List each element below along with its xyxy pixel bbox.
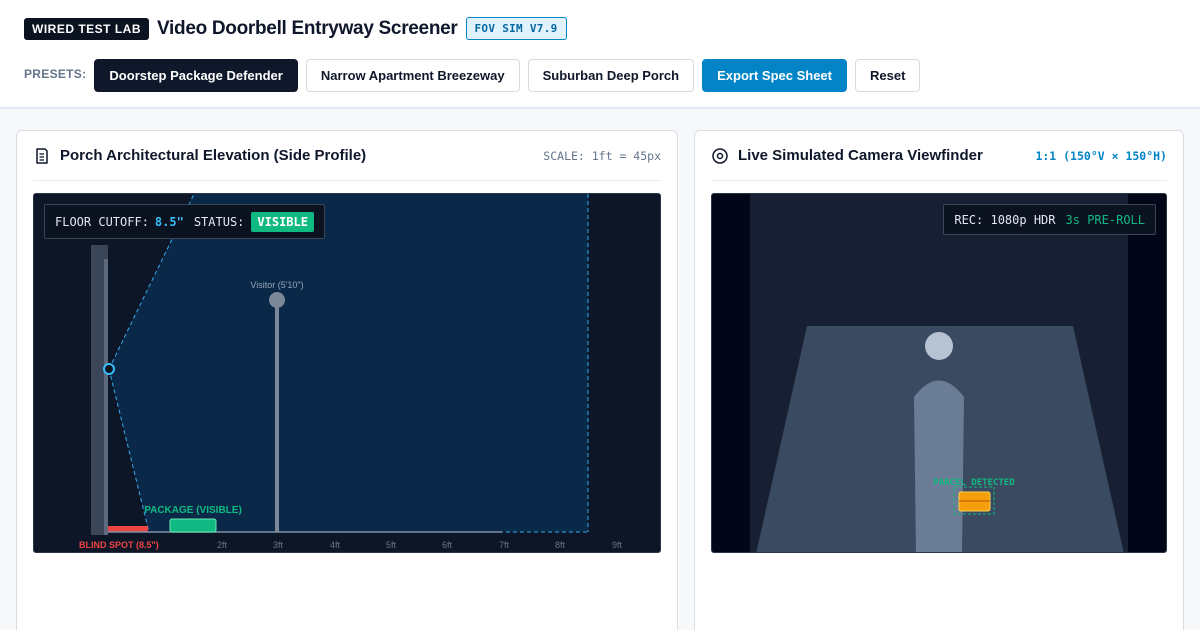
version-badge: FOV SIM V7.9 xyxy=(465,17,567,40)
floor-cutoff-readout: FLOOR CUTOFF: 8.5" STATUS: VISIBLE xyxy=(44,204,325,239)
scale-readout: SCALE: 1ft = 45px xyxy=(543,148,661,163)
brand-row: WIRED TEST LAB Video Doorbell Entryway S… xyxy=(24,17,567,40)
distance-tick: 8ft xyxy=(555,540,566,550)
recording-status: REC: 1080p HDR 3s PRE-ROLL xyxy=(943,204,1156,235)
rec-label: REC: 1080p HDR xyxy=(954,212,1056,227)
distance-tick: 3ft xyxy=(273,540,284,550)
preroll-label: 3s PRE-ROLL xyxy=(1065,212,1145,227)
camera-mount-handle[interactable] xyxy=(103,363,115,375)
blind-spot-label: BLIND SPOT (8.5") xyxy=(79,540,159,550)
export-spec-sheet-button[interactable]: Export Spec Sheet xyxy=(702,59,847,92)
target-icon xyxy=(711,146,731,166)
floor-cutoff-value: 8.5" xyxy=(154,214,184,229)
distance-tick: 5ft xyxy=(386,540,397,550)
preset-doorstep-package-defender-button[interactable]: Doorstep Package Defender xyxy=(94,59,298,92)
app-header: WIRED TEST LAB Video Doorbell Entryway S… xyxy=(0,0,1200,109)
wall-face xyxy=(104,259,108,535)
floor-cutoff-label: FLOOR CUTOFF: xyxy=(55,214,149,229)
status-badge: VISIBLE xyxy=(251,211,314,232)
elevation-panel-header: Porch Architectural Elevation (Side Prof… xyxy=(33,131,661,181)
viewfinder-panel-header: Live Simulated Camera Viewfinder 1:1 (15… xyxy=(711,131,1167,181)
preset-toolbar: PRESETS: Doorstep Package Defender Narro… xyxy=(24,59,928,92)
visitor-silhouette xyxy=(914,380,964,552)
reset-button[interactable]: Reset xyxy=(854,59,921,92)
app-title: Video Doorbell Entryway Screener xyxy=(157,17,458,39)
viewfinder-panel: Live Simulated Camera Viewfinder 1:1 (15… xyxy=(694,130,1184,630)
viewfinder-scene: PARCEL DETECTED xyxy=(750,194,1128,552)
package-label: PACKAGE (VISIBLE) xyxy=(144,505,242,516)
fov-readout: 1:1 (150°V × 150°H) xyxy=(1035,148,1167,163)
visitor-head xyxy=(269,292,285,308)
visitor-label: Visitor (5'10") xyxy=(250,280,303,290)
elevation-panel-title: Porch Architectural Elevation (Side Prof… xyxy=(60,147,367,164)
distance-tick: 6ft xyxy=(442,540,453,550)
elevation-diagram: Visitor (5'10") PACKAGE (VISIBLE) BLIND … xyxy=(79,194,623,550)
lab-badge: WIRED TEST LAB xyxy=(24,17,149,40)
blind-spot-zone xyxy=(108,526,148,532)
visitor-head xyxy=(925,332,953,360)
distance-tick: 9ft xyxy=(612,540,623,550)
parcel-detected-label: PARCEL DETECTED xyxy=(933,478,1015,488)
document-icon xyxy=(33,146,53,166)
preset-narrow-apartment-breezeway-button[interactable]: Narrow Apartment Breezeway xyxy=(305,59,520,92)
elevation-panel: Porch Architectural Elevation (Side Prof… xyxy=(16,130,678,630)
package-box xyxy=(169,518,217,533)
preset-suburban-deep-porch-button[interactable]: Suburban Deep Porch xyxy=(527,59,695,92)
distance-tick: 4ft xyxy=(330,540,341,550)
presets-label: PRESETS: xyxy=(24,66,87,81)
distance-tick: 2ft xyxy=(217,540,228,550)
elevation-canvas[interactable]: Visitor (5'10") PACKAGE (VISIBLE) BLIND … xyxy=(33,193,661,553)
distance-tick: 7ft xyxy=(499,540,510,550)
viewfinder-panel-title: Live Simulated Camera Viewfinder xyxy=(738,147,983,164)
status-label: STATUS: xyxy=(193,214,245,229)
camera-viewfinder: PARCEL DETECTED REC: 1080p HDR 3s PRE-RO… xyxy=(711,193,1167,553)
fov-cone xyxy=(109,194,588,532)
